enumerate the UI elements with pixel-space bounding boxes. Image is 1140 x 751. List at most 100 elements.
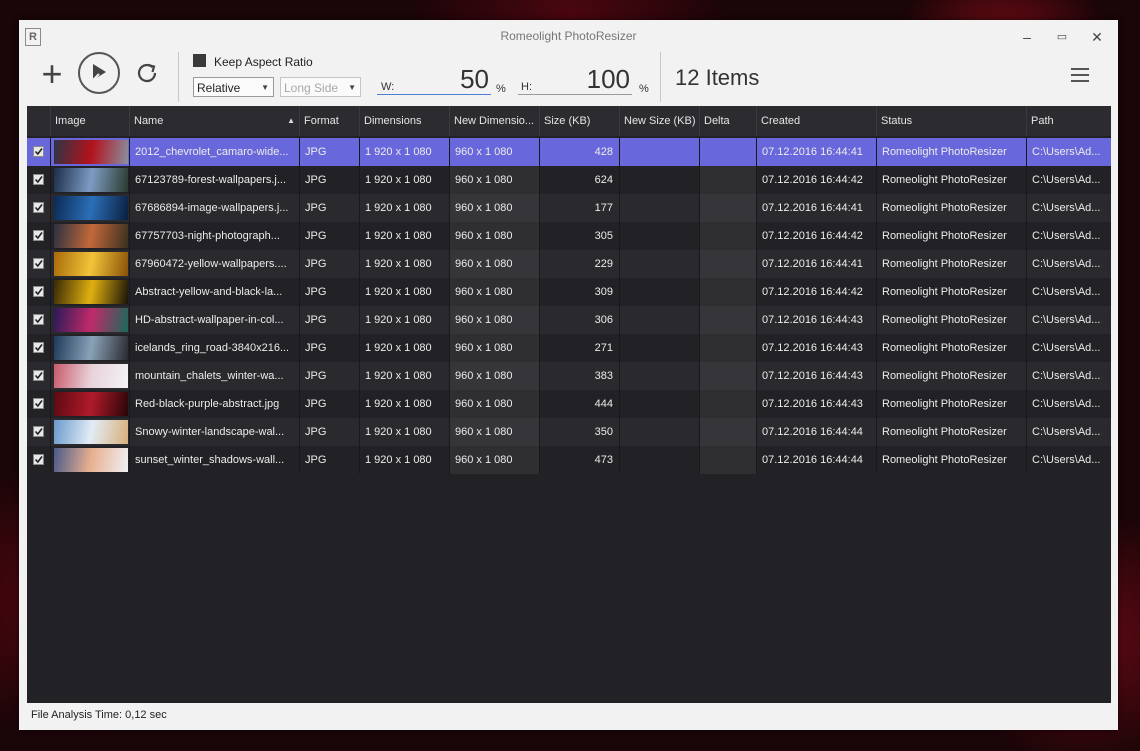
row-checkbox[interactable] (33, 174, 44, 185)
cell-delta (699, 138, 756, 166)
cell-format: JPG (299, 166, 359, 194)
image-thumbnail[interactable] (54, 280, 128, 304)
cell-new-size (619, 446, 699, 474)
width-input[interactable]: 50 (419, 64, 489, 95)
cell-status: Romeolight PhotoResizer (876, 222, 1026, 250)
column-header-dimensions[interactable]: Dimensions (359, 106, 449, 136)
checkmark-icon (34, 176, 43, 184)
table-row[interactable]: 67960472-yellow-wallpapers.... JPG 1 920 x… (27, 250, 1111, 278)
column-header-image[interactable]: Image (50, 106, 129, 136)
row-checkbox-cell (27, 194, 50, 222)
cell-new-size (619, 166, 699, 194)
row-image-cell (50, 306, 129, 334)
column-header-path[interactable]: Path (1026, 106, 1111, 136)
checkmark-icon (34, 428, 43, 436)
image-thumbnail[interactable] (54, 252, 128, 276)
table-row[interactable]: Red-black-purple-abstract.jpg JPG 1 920 x … (27, 390, 1111, 418)
row-image-cell (50, 446, 129, 474)
row-checkbox[interactable] (33, 258, 44, 269)
table-row[interactable]: Snowy-winter-landscape-wal... JPG 1 920 x … (27, 418, 1111, 446)
column-header-format[interactable]: Format (299, 106, 359, 136)
cell-format: JPG (299, 306, 359, 334)
table-row[interactable]: mountain_chalets_winter-wa... JPG 1 920 x … (27, 362, 1111, 390)
side-select[interactable]: Long Side ▼ (280, 77, 361, 97)
cell-new-dims: 960 x 1 080 (449, 390, 539, 418)
header-select-all[interactable] (27, 106, 50, 136)
cell-delta (699, 418, 756, 446)
cell-format: JPG (299, 446, 359, 474)
cell-name: Red-black-purple-abstract.jpg (129, 390, 299, 418)
image-thumbnail[interactable] (54, 196, 128, 220)
table-row[interactable]: 67686894-image-wallpapers.j... JPG 1 920 x… (27, 194, 1111, 222)
image-thumbnail[interactable] (54, 336, 128, 360)
row-checkbox[interactable] (33, 426, 44, 437)
row-checkbox[interactable] (33, 454, 44, 465)
column-header-status[interactable]: Status (876, 106, 1026, 136)
image-thumbnail[interactable] (54, 392, 128, 416)
image-thumbnail[interactable] (54, 420, 128, 444)
column-header-new-dimensions[interactable]: New Dimensio... (449, 106, 539, 136)
row-checkbox[interactable] (33, 314, 44, 325)
row-checkbox[interactable] (33, 370, 44, 381)
menu-icon[interactable] (1071, 68, 1089, 82)
checkmark-icon (34, 232, 43, 240)
table-row[interactable]: sunset_winter_shadows-wall... JPG 1 920 x … (27, 446, 1111, 474)
start-resize-button[interactable] (78, 52, 120, 94)
cell-name: 2012_chevrolet_camaro-wide... (129, 138, 299, 166)
column-header-delta[interactable]: Delta (699, 106, 756, 136)
table-row[interactable]: 67757703-night-photograph... JPG 1 920 x 1… (27, 222, 1111, 250)
row-checkbox[interactable] (33, 342, 44, 353)
cell-size: 271 (539, 334, 619, 362)
table-row[interactable]: Abstract-yellow-and-black-la... JPG 1 920 … (27, 278, 1111, 306)
column-header-created[interactable]: Created (756, 106, 876, 136)
cell-new-dims: 960 x 1 080 (449, 138, 539, 166)
cell-delta (699, 306, 756, 334)
cell-delta (699, 166, 756, 194)
image-thumbnail[interactable] (54, 224, 128, 248)
cell-path: C:\Users\Ad... (1026, 362, 1111, 390)
column-header-new-size[interactable]: New Size (KB) (619, 106, 699, 136)
row-image-cell (50, 194, 129, 222)
row-checkbox[interactable] (33, 146, 44, 157)
table-row[interactable]: 2012_chevrolet_camaro-wide... JPG 1 920 x … (27, 138, 1111, 166)
refresh-button[interactable] (133, 59, 161, 87)
height-input[interactable]: 100 (560, 64, 630, 95)
row-checkbox[interactable] (33, 286, 44, 297)
cell-dims: 1 920 x 1 080 (359, 250, 449, 278)
image-thumbnail[interactable] (54, 448, 128, 472)
keep-aspect-ratio-checkbox[interactable] (193, 54, 206, 67)
cell-size: 444 (539, 390, 619, 418)
image-thumbnail[interactable] (54, 364, 128, 388)
cell-name: 67686894-image-wallpapers.j... (129, 194, 299, 222)
minimize-button[interactable]: – (1014, 26, 1040, 48)
image-thumbnail[interactable] (54, 168, 128, 192)
cell-name: Snowy-winter-landscape-wal... (129, 418, 299, 446)
maximize-button[interactable]: ▭ (1049, 26, 1075, 48)
add-files-button[interactable]: + (37, 56, 67, 92)
checkmark-icon (34, 260, 43, 268)
close-button[interactable]: ✕ (1084, 26, 1110, 48)
column-header-name[interactable]: Name ▲ (129, 106, 299, 136)
table-row[interactable]: HD-abstract-wallpaper-in-col... JPG 1 920 … (27, 306, 1111, 334)
table-row[interactable]: 67123789-forest-wallpapers.j... JPG 1 920 … (27, 166, 1111, 194)
toolbar: + Keep Aspect Ratio Relative ▼ Long Side… (19, 52, 1118, 106)
row-checkbox[interactable] (33, 398, 44, 409)
side-select-value: Long Side (284, 81, 339, 95)
cell-path: C:\Users\Ad... (1026, 222, 1111, 250)
checkmark-icon (34, 316, 43, 324)
cell-created: 07.12.2016 16:44:42 (756, 166, 876, 194)
cell-status: Romeolight PhotoResizer (876, 418, 1026, 446)
cell-new-size (619, 194, 699, 222)
row-checkbox[interactable] (33, 230, 44, 241)
cell-status: Romeolight PhotoResizer (876, 306, 1026, 334)
cell-name: 67757703-night-photograph... (129, 222, 299, 250)
column-header-size[interactable]: Size (KB) (539, 106, 619, 136)
resize-mode-select[interactable]: Relative ▼ (193, 77, 274, 97)
image-thumbnail[interactable] (54, 308, 128, 332)
cell-format: JPG (299, 334, 359, 362)
cell-created: 07.12.2016 16:44:42 (756, 278, 876, 306)
table-row[interactable]: icelands_ring_road-3840x216... JPG 1 920 x… (27, 334, 1111, 362)
row-checkbox[interactable] (33, 202, 44, 213)
cell-path: C:\Users\Ad... (1026, 194, 1111, 222)
image-thumbnail[interactable] (54, 140, 128, 164)
